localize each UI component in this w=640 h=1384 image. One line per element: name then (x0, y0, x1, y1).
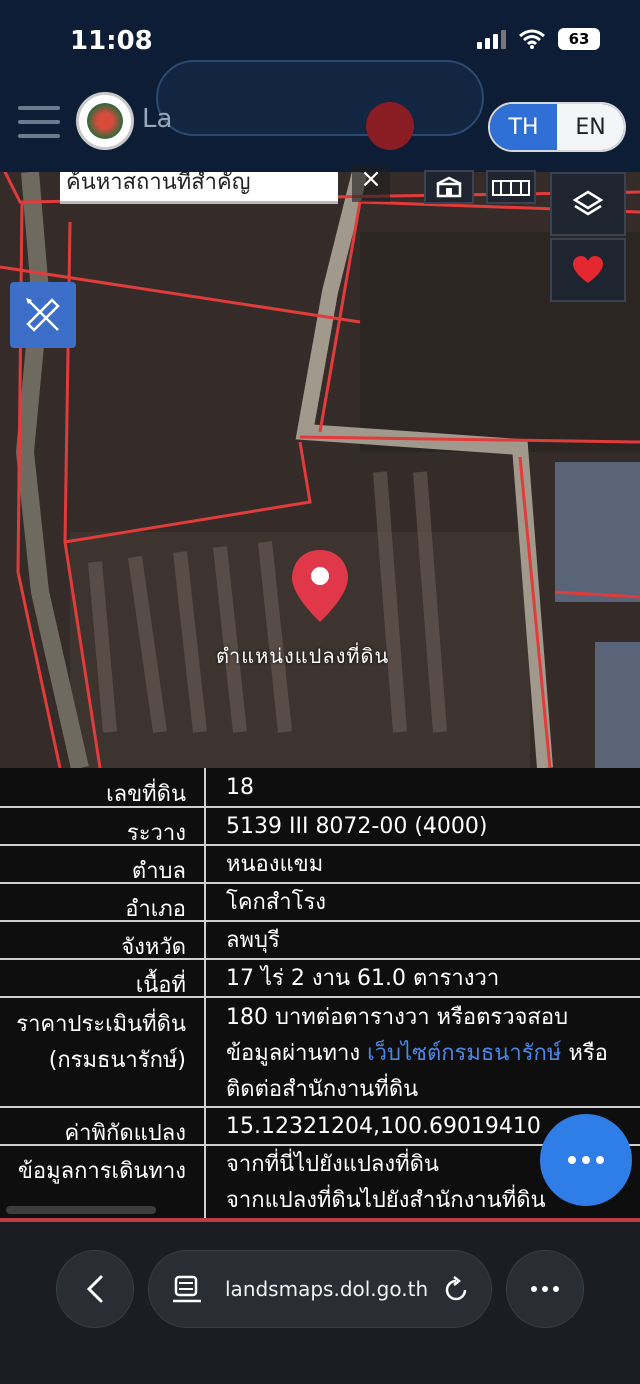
status-time: 11:08 (70, 26, 153, 56)
ruler-pencil-icon (26, 298, 60, 332)
price-line-2-prefix: ข้อมูลผ่านทาง (226, 1041, 368, 1066)
horizontal-scrollbar[interactable] (6, 1206, 156, 1214)
row-label: อำเภอ (125, 897, 186, 922)
signal-icon (477, 29, 506, 49)
search-pill[interactable] (156, 60, 484, 136)
browser-toolbar: landsmaps.dol.go.th (0, 1222, 640, 1384)
menu-icon[interactable] (18, 106, 60, 138)
row-value: โคกสำโรง (226, 890, 327, 915)
price-label: ราคาประเมินที่ดิน (16, 1012, 186, 1037)
battery-icon: 63 (558, 28, 600, 50)
row-value: หนองแขม (226, 852, 324, 877)
directions-label: ข้อมูลการเดินทาง (17, 1159, 186, 1184)
treasury-website-link[interactable]: เว็บไซต์กรมธนารักษ์ (367, 1041, 561, 1066)
building-icon[interactable] (424, 170, 474, 204)
price-row: ราคาประเมินที่ดิน (กรมธนารักษ์) 180 บาทต… (0, 998, 640, 1108)
status-icons: 63 (477, 28, 600, 50)
reload-icon[interactable] (441, 1275, 471, 1305)
dot-icon (582, 1156, 590, 1164)
table-row: เนื้อที่ 17 ไร่ 2 งาน 61.0 ตารางวา (0, 960, 640, 998)
more-options-fab[interactable] (540, 1114, 632, 1206)
row-label: จังหวัด (121, 935, 186, 960)
wifi-icon (519, 29, 545, 49)
landmark-search-input[interactable]: ค้นหาสถานที่สำคัญ (60, 172, 338, 204)
ellipsis-icon (531, 1286, 559, 1292)
price-line-2-suffix: หรือ (561, 1041, 608, 1066)
search-button[interactable] (366, 102, 414, 150)
address-bar[interactable]: landsmaps.dol.go.th (148, 1250, 492, 1328)
coords-label: ค่าพิกัดแปลง (64, 1121, 186, 1146)
row-label: ระวาง (126, 821, 186, 846)
top-bar: 11:08 63 La TH EN (0, 0, 640, 172)
price-label-sub: (กรมธนารักษ์) (48, 1048, 186, 1073)
language-toggle[interactable]: TH EN (488, 102, 626, 152)
price-line-1: 180 บาทต่อตารางวา หรือตรวจสอบ (226, 1005, 569, 1030)
table-row: อำเภอ โคกสำโรง (0, 884, 640, 922)
measure-tool-button[interactable] (10, 282, 76, 348)
dot-icon (568, 1156, 576, 1164)
row-label: เนื้อที่ (135, 973, 186, 998)
more-menu-button[interactable] (506, 1250, 584, 1328)
reader-mode-icon (173, 1275, 201, 1303)
favorite-heart-icon[interactable] (550, 238, 626, 302)
brand-text: La (142, 104, 173, 134)
row-value: 5139 III 8072-00 (4000) (226, 814, 488, 839)
table-divider (204, 768, 206, 1220)
department-logo[interactable] (76, 92, 134, 150)
price-line-3: ติดต่อสำนักงานที่ดิน (226, 1077, 419, 1102)
clear-search-button[interactable]: × (352, 166, 390, 202)
table-row: ระวาง 5139 III 8072-00 (4000) (0, 808, 640, 846)
url-text: landsmaps.dol.go.th (225, 1277, 429, 1301)
grid-icon[interactable] (486, 170, 536, 204)
back-button[interactable] (56, 1250, 134, 1328)
dot-icon (596, 1156, 604, 1164)
row-label: เลขที่ดิน (106, 782, 186, 807)
layers-icon[interactable] (550, 172, 626, 236)
row-value: 17 ไร่ 2 งาน 61.0 ตารางวา (226, 966, 500, 991)
satellite-map (0, 172, 640, 768)
table-row: ตำบล หนองแขม (0, 846, 640, 884)
map-view[interactable] (0, 172, 640, 768)
lang-en-button[interactable]: EN (557, 104, 624, 150)
table-row: เลขที่ดิน 18 (0, 768, 640, 808)
row-label: ตำบล (131, 859, 186, 884)
row-value: 18 (226, 775, 254, 800)
chevron-left-icon (86, 1275, 103, 1303)
row-value: ลพบุรี (226, 928, 280, 953)
table-row: จังหวัด ลพบุรี (0, 922, 640, 960)
lang-th-button[interactable]: TH (490, 104, 557, 150)
parcel-pin-label: ตำแหน่งแปลงที่ดิน (216, 644, 390, 668)
price-line-2: ข้อมูลผ่านทาง เว็บไซต์กรมธนารักษ์ หรือ (226, 1036, 636, 1072)
